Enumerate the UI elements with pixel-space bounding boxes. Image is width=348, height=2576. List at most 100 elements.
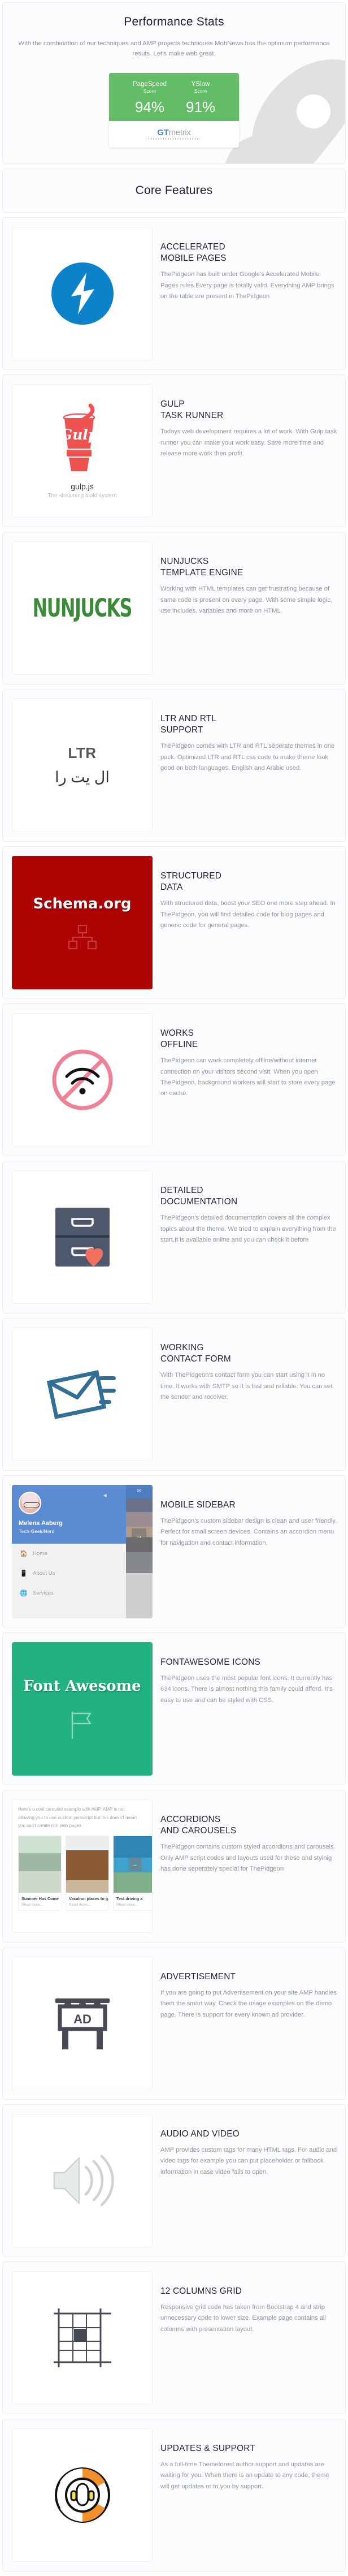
carousel-next-arrow-icon[interactable]: → — [128, 1858, 142, 1872]
grid-layout-icon — [53, 2308, 111, 2367]
offline-figure — [12, 1013, 153, 1147]
mobile-sidebar-figure: ◀ Melena Aaberg Tech-Geek/Nerd 🏠 Home 📱 … — [12, 1484, 153, 1618]
carousel-slide[interactable]: Summer Has Come Read more... — [18, 1836, 62, 1911]
feature-description: With ThePidgeon's contact form you can s… — [160, 1372, 333, 1401]
slide-read-more-link[interactable]: Read more... — [114, 1903, 152, 1910]
feature-card: LTR ال يت را LTR AND RTL SUPPORT ThePidg… — [2, 688, 346, 842]
mobile-icon: 📱 — [20, 1570, 28, 1577]
sidebar-item-services[interactable]: 🌐 Services — [12, 1583, 126, 1603]
feature-title: ACCELERATED MOBILE PAGES — [160, 242, 227, 264]
gulp-logo-tagline: The streaming build system — [47, 493, 117, 499]
carousel-intro-line-1: Here's a cool carousel example with AMP.… — [18, 1806, 125, 1812]
feature-title: DETAILED DOCUMENTATION — [160, 1185, 238, 1207]
gulp-logo-name: gulp.js — [71, 482, 94, 492]
gtmetrix-badge: PageSpeed Score 94% YSlow Score 91% GTme… — [109, 72, 239, 148]
sidebar-item-about-us[interactable]: 📱 About Us — [12, 1563, 126, 1583]
support-figure — [12, 2428, 153, 2562]
page-title: Performance Stats — [124, 15, 224, 28]
sidebar-user-name: Melena Aaberg — [19, 1519, 63, 1527]
slide-read-more-link[interactable]: Read more... — [66, 1903, 108, 1910]
gtmetrix-logo-rule — [148, 137, 200, 140]
sidebar-photo: → — [125, 1498, 153, 1573]
documentation-figure — [12, 1170, 153, 1304]
rtl-arabic-text: ال يت را — [55, 768, 110, 786]
nunjucks-wordmark-icon: NUNJUCKS — [32, 593, 133, 623]
ltr-rtl-text-icon: LTR ال يت را — [55, 744, 110, 786]
sidebar-item-label: About Us — [33, 1570, 55, 1576]
feature-title: ADVERTISEMENT — [160, 1971, 236, 1981]
feature-card: 12 COLUMNS GRID Responsive grid code has… — [2, 2261, 346, 2414]
feature-title: LTR AND RTL SUPPORT — [160, 713, 217, 735]
slide-caption: Test driving a — [116, 1896, 143, 1902]
font-awesome-wordmark: Font Awesome — [23, 1677, 141, 1695]
flag-icon — [71, 1711, 91, 1739]
pagespeed-sublabel: Score — [143, 88, 156, 94]
avatar — [19, 1491, 41, 1514]
audio-video-figure — [12, 2113, 153, 2247]
svg-text:Gulp: Gulp — [60, 427, 98, 443]
nunjucks-figure: NUNJUCKS — [12, 541, 153, 675]
slide-image — [66, 1836, 108, 1893]
feature-title: GULP TASK RUNNER — [160, 399, 224, 421]
feature-card: WORKS OFFLINE ThePidgeon can work comple… — [2, 1003, 346, 1156]
carousel-mock-icon: Here's a cool carousel example with AMP.… — [12, 1800, 152, 1932]
feature-card: AUDIO AND VIDEO AMP provides custom tags… — [2, 2104, 346, 2257]
slide-read-more-link[interactable]: Read more... — [19, 1903, 61, 1910]
pagespeed-score-block: PageSpeed Score 94% — [133, 81, 167, 114]
contact-form-figure — [12, 1327, 153, 1461]
feature-card: ACCELERATED MOBILE PAGES ThePidgeon has … — [2, 217, 346, 370]
next-arrow-icon[interactable]: → — [132, 1528, 147, 1543]
feature-card: NUNJUCKS NUNJUCKS TEMPLATE ENGINE Workin… — [2, 531, 346, 684]
feature-card: Schema.org STRUCTURED DATA With structur… — [2, 846, 346, 999]
envelope-icon: ✉ — [125, 1484, 153, 1498]
yslow-value: 91% — [186, 98, 216, 115]
billboard-ad-icon: AD — [55, 1998, 110, 2049]
pagespeed-value: 94% — [134, 98, 164, 115]
feature-description: AMP provides custom tags for many HTML t… — [160, 2147, 337, 2176]
feature-description: ThePidgeon contains custom styled accord… — [160, 1843, 336, 1872]
gtmetrix-logo-suffix: metrix — [168, 127, 191, 137]
feature-description: ThePidgeon's detailed documentation cove… — [160, 1214, 336, 1243]
grid-figure — [12, 2271, 153, 2405]
carousel-intro-line-2: allowing you to use custom javascript bu… — [18, 1815, 137, 1820]
slide-caption: Summer Has Come — [21, 1896, 59, 1902]
feature-card: WORKING CONTACT FORM With ThePidgeon's c… — [2, 1317, 346, 1471]
gulp-figure: Gulp gulp.js The streaming build system — [12, 384, 153, 518]
lifebuoy-support-icon — [54, 2467, 110, 2523]
filing-cabinet-heart-icon — [55, 1207, 110, 1267]
sidebar-item-label: Home — [33, 1550, 47, 1557]
gtmetrix-logo-prefix: GT — [157, 127, 169, 137]
collapse-arrow-icon[interactable]: ◀ — [103, 1493, 107, 1498]
sidebar-item-home[interactable]: 🏠 Home — [12, 1544, 126, 1563]
pagespeed-label: PageSpeed — [132, 80, 167, 88]
home-icon: 🏠 — [20, 1550, 28, 1557]
feature-card: Font Awesome FONTAWESOME ICONS ThePidgeo… — [2, 1632, 346, 1785]
feature-description: With structured data, boost your SEO one… — [160, 900, 336, 929]
carousel-slide[interactable]: Vacation places to g... Read more... — [66, 1836, 109, 1911]
carousel-slide[interactable]: → Test driving a Read more... — [113, 1836, 152, 1911]
performance-stats-section: Performance Stats With the combination o… — [2, 2, 346, 164]
feature-description: ThePidgeon's custom sidebar design is cl… — [160, 1518, 337, 1547]
gulp-cup-icon: Gulp — [60, 403, 98, 472]
feature-card: UPDATES & SUPPORT As a full-time Themefo… — [2, 2418, 346, 2571]
feature-title: UPDATES & SUPPORT — [160, 2443, 255, 2453]
slide-image — [19, 1836, 61, 1893]
feature-description: Responsive grid code has taken from Boot… — [160, 2304, 326, 2333]
ad-badge-text: AD — [73, 2012, 92, 2026]
feature-description: If you are going to put Advertisement on… — [160, 1989, 337, 2018]
gtmetrix-logo[interactable]: GTmetrix — [109, 120, 239, 148]
envelope-send-icon — [46, 1369, 116, 1419]
performance-subtitle: With the combination of our techniques a… — [18, 40, 330, 58]
feature-card: ◀ Melena Aaberg Tech-Geek/Nerd 🏠 Home 📱 … — [2, 1475, 346, 1628]
feature-title: AUDIO AND VIDEO — [160, 2129, 240, 2139]
feature-title: STRUCTURED DATA — [160, 871, 222, 893]
font-awesome-flag-icon: Font Awesome — [12, 1642, 153, 1776]
schema-org-icon: Schema.org — [12, 855, 153, 989]
yslow-label: YSlow — [191, 80, 210, 88]
slide-image: → — [114, 1836, 152, 1893]
feature-title: FONTAWESOME ICONS — [160, 1657, 260, 1667]
advertisement-figure: AD — [12, 1956, 153, 2090]
mobile-sidebar-mock-icon: ◀ Melena Aaberg Tech-Geek/Nerd 🏠 Home 📱 … — [12, 1484, 153, 1618]
schema-figure: Schema.org — [12, 855, 153, 989]
feature-title: NUNJUCKS TEMPLATE ENGINE — [160, 556, 243, 578]
